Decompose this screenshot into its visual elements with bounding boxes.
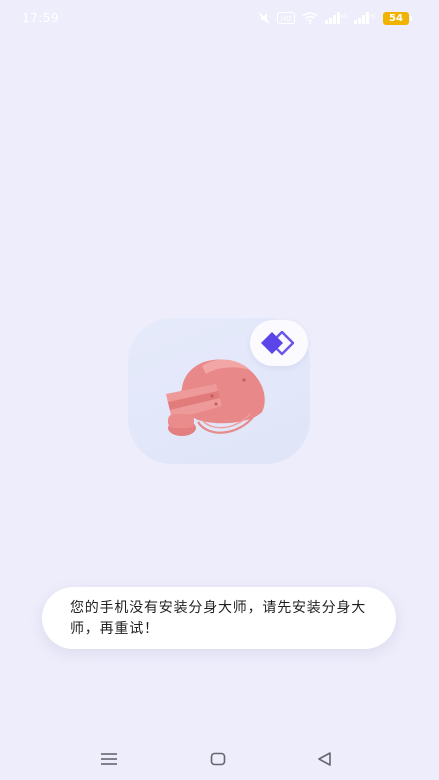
battery-tip bbox=[410, 15, 412, 21]
battery-icon: 54 bbox=[383, 11, 412, 25]
signal-icon: 4G bbox=[325, 12, 347, 24]
home-button[interactable] bbox=[207, 750, 229, 768]
toast-text: 您的手机没有安装分身大师，请先安装分身大师，再重试！ bbox=[70, 600, 366, 637]
clone-badge bbox=[250, 320, 308, 366]
menu-icon bbox=[101, 753, 117, 765]
svg-text:HD: HD bbox=[281, 15, 292, 23]
status-bar: 17:59 HD 4G HD 54 bbox=[0, 0, 439, 36]
mute-icon bbox=[258, 12, 270, 24]
back-button[interactable] bbox=[314, 750, 336, 768]
navigation-bar bbox=[0, 738, 439, 780]
menu-button[interactable] bbox=[98, 750, 120, 768]
wifi-icon bbox=[302, 12, 318, 24]
toast-message: 您的手机没有安装分身大师，请先安装分身大师，再重试！ bbox=[42, 587, 396, 649]
hd-icon: HD bbox=[277, 12, 295, 24]
status-icons: HD 4G HD 54 bbox=[258, 10, 412, 26]
back-triangle-icon bbox=[318, 752, 331, 766]
clone-diamond-icon bbox=[261, 330, 295, 356]
signal-icon: HD bbox=[354, 12, 376, 24]
svg-text:HD: HD bbox=[369, 14, 376, 20]
home-square-icon bbox=[210, 752, 226, 766]
battery-level: 54 bbox=[389, 12, 403, 24]
app-icon bbox=[128, 318, 310, 464]
status-time: 17:59 bbox=[22, 11, 60, 25]
svg-text:4G: 4G bbox=[340, 14, 347, 20]
